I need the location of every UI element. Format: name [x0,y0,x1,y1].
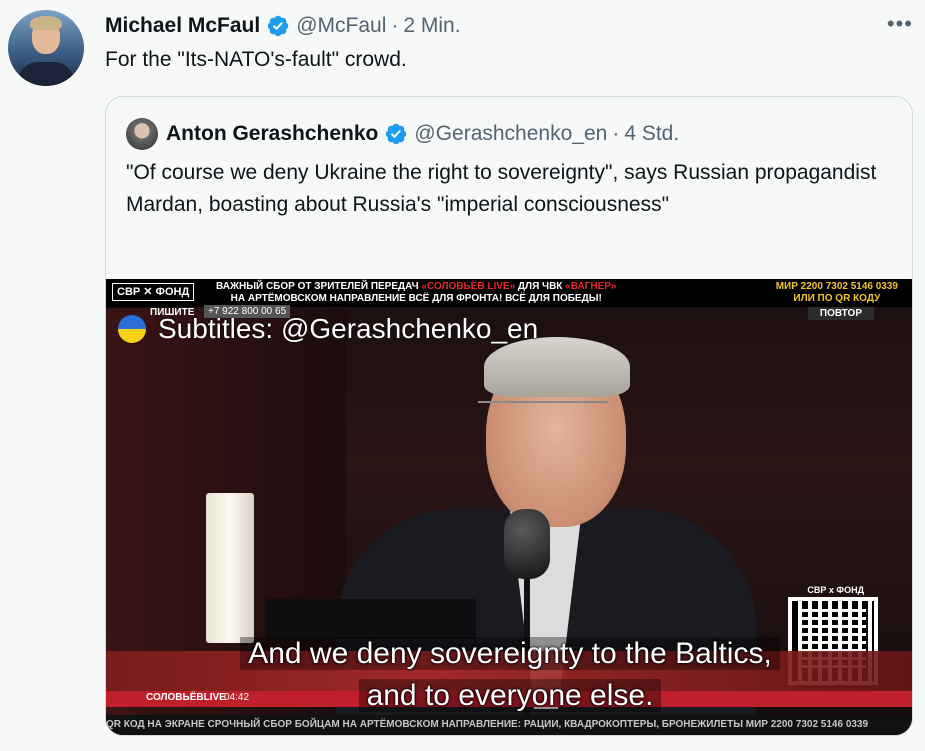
quoted-header-separator: · [612,122,620,145]
speaker-glasses [478,401,608,425]
quoted-author-handle: @Gerashchenko_en [414,122,608,145]
tweet-text: For the "Its-NATO's-fault" crowd. [105,48,407,71]
author-avatar[interactable] [8,10,84,86]
quoted-author-name: Anton Gerashchenko [166,122,379,145]
author-handle[interactable]: @McFaul [296,14,386,38]
ticker-text-b: ДЛЯ ЧВК [515,281,566,292]
top-ticker: ВАЖНЫЙ СБОР ОТ ЗРИТЕЛЕЙ ПЕРЕДАЧ «СОЛОВЬЁ… [216,281,616,305]
studio-lamp [206,493,254,643]
tweet-timestamp[interactable]: 2 Min. [403,14,460,38]
caption-line-1: And we deny sovereignty to the Baltics, [240,637,780,670]
bottom-ticker: QR КОД НА ЭКРАНЕ СРОЧНЫЙ СБОР БОЙЦАМ НА … [106,715,912,735]
more-options-icon[interactable]: ••• [887,12,913,36]
channel-logo: СВР ✕ ФОНД [112,283,195,301]
speaker-hair [484,337,630,397]
qr-label: СВР х ФОНД [807,585,864,595]
video-player[interactable]: СВР ✕ ФОНД ВАЖНЫЙ СБОР ОТ ЗРИТЕЛЕЙ ПЕРЕД… [106,279,912,735]
microphone-icon [504,509,550,579]
video-top-banner: СВР ✕ ФОНД ВАЖНЫЙ СБОР ОТ ЗРИТЕЛЕЙ ПЕРЕД… [106,279,912,307]
avatar-hair [30,16,62,30]
replay-badge: ПОВТОР [807,307,874,320]
quoted-tweet-timestamp: 4 Std. [624,122,680,145]
author-name[interactable]: Michael McFaul [105,14,260,38]
ticker-line2: НА АРТЁМОВСКОМ НАПРАВЛЕНИЕ ВСЁ ДЛЯ ФРОНТ… [230,293,602,304]
donation-info: МИР 2200 7302 5146 0339 ИЛИ ПО QR КОДУ [776,281,898,305]
ukraine-flag-icon [118,315,146,343]
video-caption: And we deny sovereignty to the Baltics, … [106,633,912,717]
quoted-tweet-header: Anton Gerashchenko @Gerashchenko_en · 4 … [126,117,679,151]
avatar-suit [18,62,74,86]
quoted-tweet[interactable]: Anton Gerashchenko @Gerashchenko_en · 4 … [105,96,913,736]
quoted-author-avatar [126,118,158,150]
subtitle-credit: Subtitles: @Gerashchenko_en [118,313,538,345]
tweet[interactable]: Michael McFaul @McFaul · 2 Min. ••• For … [0,0,925,751]
verified-badge-icon [386,123,407,145]
ticker-text-red2: «ВАГНЕР» [565,281,617,292]
ticker-text-red: «СОЛОВЬЁВ LIVE» [421,281,516,292]
donation-card: МИР 2200 7302 5146 0339 [775,281,898,292]
header-separator: · [391,14,399,37]
quoted-tweet-text: "Of course we deny Ukraine the right to … [126,161,877,216]
caption-line-2: and to everyone else. [358,679,662,712]
ticker-text-a: ВАЖНЫЙ СБОР ОТ ЗРИТЕЛЕЙ ПЕРЕДАЧ [216,281,422,292]
subtitle-credit-text: Subtitles: @Gerashchenko_en [158,313,539,344]
tweet-header: Michael McFaul @McFaul · 2 Min. [105,12,461,40]
verified-badge-icon [267,15,289,37]
donation-qr-text: ИЛИ ПО QR КОДУ [793,293,881,304]
